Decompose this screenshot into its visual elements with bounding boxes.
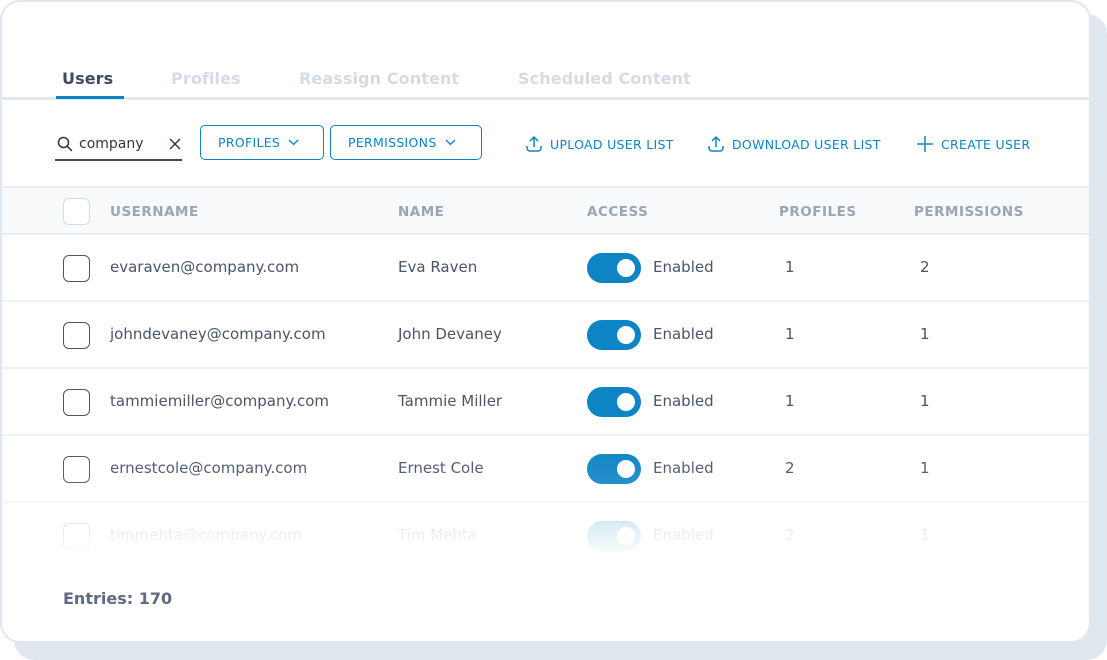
search-input[interactable] [79,133,159,155]
username-cell: timmehta@company.com [110,526,302,544]
access-status: Enabled [653,459,714,477]
permissions-count: 2 [920,258,930,276]
upload-user-list-button[interactable]: UPLOAD USER LIST [525,134,674,154]
access-toggle[interactable] [587,253,641,283]
upload-user-list-label: UPLOAD USER LIST [550,136,674,152]
username-cell: tammiemiller@company.com [110,392,330,410]
name-cell: Tim Mehta [398,526,477,544]
access-toggle[interactable] [587,320,641,350]
plus-icon [917,136,933,152]
profiles-count: 2 [785,459,795,477]
tab-scheduled-content[interactable]: Scheduled Content [518,69,691,88]
users-panel: Users Profiles Reassign Content Schedule… [0,0,1091,643]
access-status: Enabled [653,325,714,343]
entries-count: Entries: 170 [63,589,173,608]
profiles-count: 1 [785,325,795,343]
table-row: evaraven@company.com Eva Raven Enabled 1… [2,235,1089,302]
upload-icon [526,135,542,152]
tab-bar: Users Profiles Reassign Content Schedule… [2,66,1089,100]
access-status: Enabled [653,258,714,276]
create-user-button[interactable]: CREATE USER [916,134,1030,154]
search-icon [57,136,73,152]
download-user-list-label: DOWNLOAD USER LIST [732,136,881,152]
permissions-filter-button[interactable]: PERMISSIONS [330,125,482,160]
name-cell: Eva Raven [398,258,478,276]
table-row: tammiemiller@company.com Tammie Miller E… [2,369,1089,436]
name-cell: Tammie Miller [398,392,503,410]
permissions-count: 1 [920,392,930,410]
chevron-down-icon [288,139,299,146]
access-toggle[interactable] [587,521,641,551]
column-header-profiles[interactable]: PROFILES [779,204,857,220]
column-header-username[interactable]: USERNAME [110,204,199,220]
table-header: USERNAME NAME ACCESS PROFILES PERMISSION… [2,186,1089,235]
chevron-down-icon [445,139,456,146]
profiles-filter-label: PROFILES [218,135,281,150]
table-row: johndevaney@company.com John Devaney Ena… [2,302,1089,369]
tab-reassign-content[interactable]: Reassign Content [299,69,459,88]
profiles-filter-button[interactable]: PROFILES [200,125,324,160]
column-header-permissions[interactable]: PERMISSIONS [914,204,1024,220]
permissions-filter-label: PERMISSIONS [348,135,437,150]
column-header-access[interactable]: ACCESS [587,204,648,220]
upload-icon [708,135,724,152]
download-user-list-button[interactable]: DOWNLOAD USER LIST [707,134,881,154]
access-status: Enabled [653,526,714,544]
access-toggle[interactable] [587,454,641,484]
row-checkbox[interactable] [63,255,90,282]
profiles-count: 2 [785,526,795,544]
tab-users[interactable]: Users [55,69,125,99]
username-cell: ernestcole@company.com [110,459,308,477]
username-cell: evaraven@company.com [110,258,300,276]
table-row: timmehta@company.com Tim Mehta Enabled 2… [2,503,1089,570]
row-checkbox[interactable] [63,523,90,550]
column-header-name[interactable]: NAME [398,204,444,220]
profiles-count: 1 [785,258,795,276]
profiles-count: 1 [785,392,795,410]
permissions-count: 1 [920,325,930,343]
permissions-count: 1 [920,459,930,477]
permissions-count: 1 [920,526,930,544]
tab-profiles[interactable]: Profiles [171,69,241,88]
close-icon[interactable] [168,137,182,151]
name-cell: Ernest Cole [398,459,484,477]
row-checkbox[interactable] [63,322,90,349]
access-toggle[interactable] [587,387,641,417]
create-user-label: CREATE USER [941,136,1031,152]
select-all-checkbox[interactable] [63,198,90,225]
username-cell: johndevaney@company.com [110,325,326,343]
name-cell: John Devaney [398,325,502,343]
search-field [55,133,182,161]
row-checkbox[interactable] [63,456,90,483]
row-checkbox[interactable] [63,389,90,416]
table-row: ernestcole@company.com Ernest Cole Enabl… [2,436,1089,503]
access-status: Enabled [653,392,714,410]
